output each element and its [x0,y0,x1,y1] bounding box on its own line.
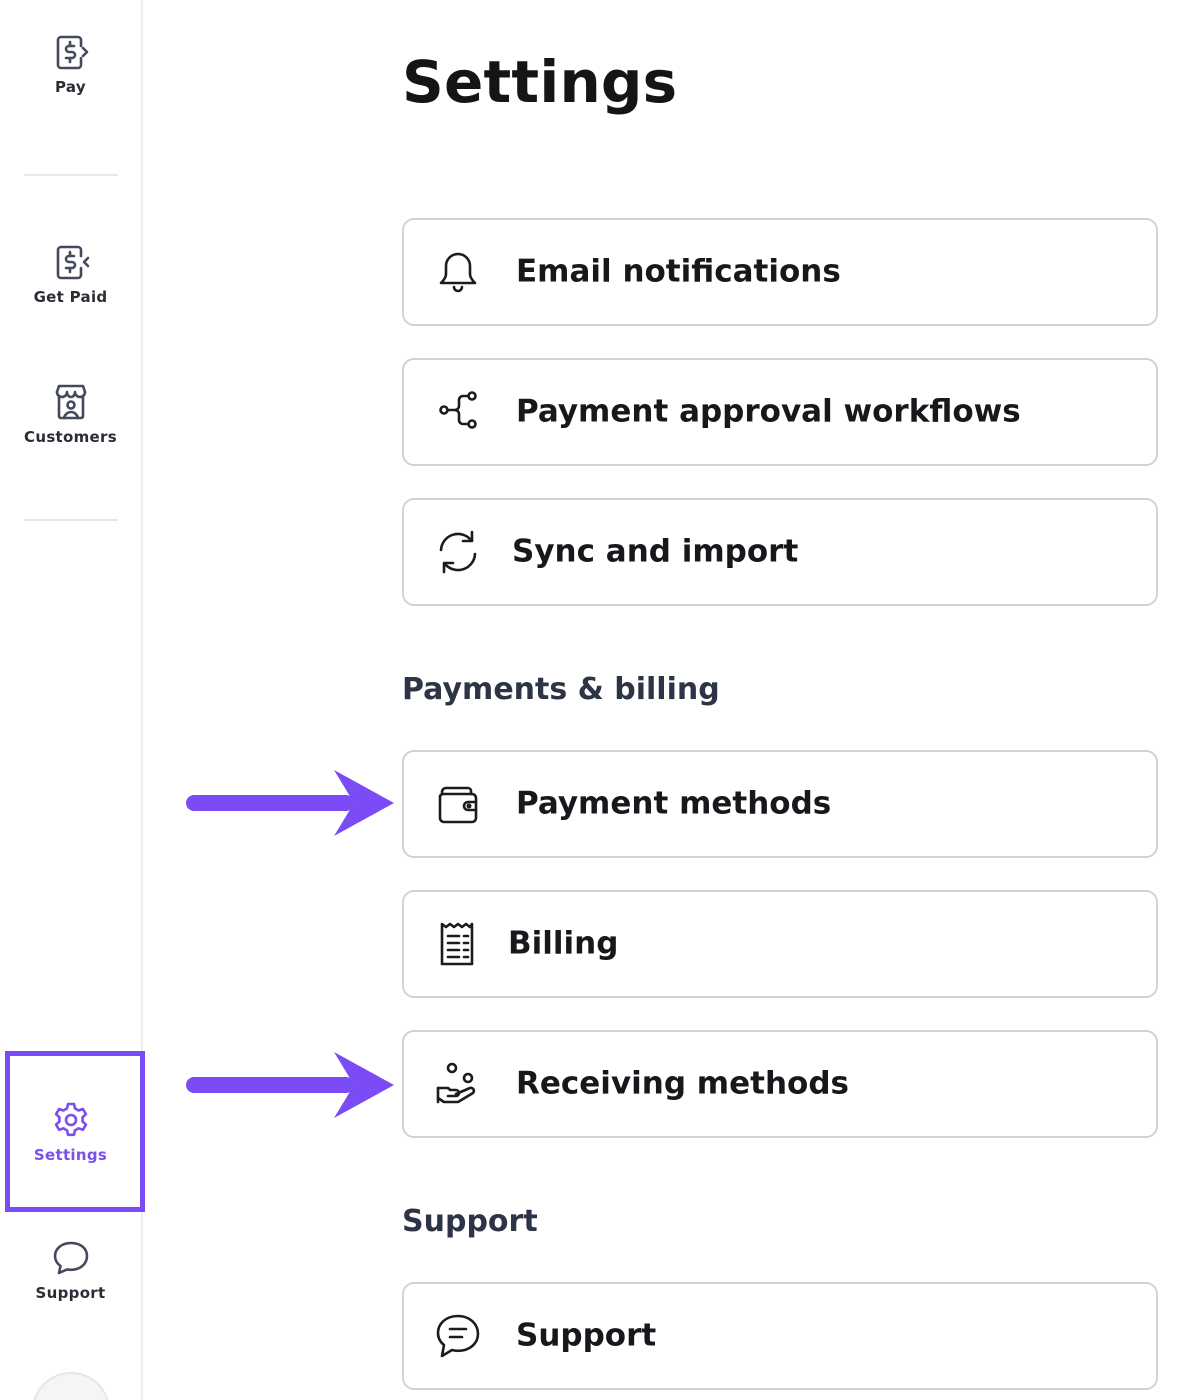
section-heading-support: Support [402,1204,538,1239]
sidebar-item-get-paid[interactable]: Get Paid [0,242,141,306]
sidebar-item-label: Get Paid [33,288,108,306]
page-title: Settings [402,48,678,116]
hand-receiving-icon [432,1058,484,1110]
sync-and-import-card[interactable]: Sync and import [402,498,1158,606]
sidebar-item-label: Settings [33,1146,108,1164]
gear-icon [51,1100,91,1140]
sidebar-item-pay[interactable]: Pay [0,32,141,96]
message-bubble-icon [432,1310,484,1362]
bell-icon [432,246,484,298]
invoice-dollar-out-icon [51,32,91,72]
payment-approval-workflows-card[interactable]: Payment approval workflows [402,358,1158,466]
invoice-dollar-in-icon [51,242,91,282]
wallet-icon [432,778,484,830]
workflow-branch-icon [432,386,484,438]
section-heading-payments-billing: Payments & billing [402,672,720,707]
sync-arrows-icon [432,526,484,578]
sidebar-item-label: Pay [55,78,86,96]
annotation-arrow-receiving-methods [186,1050,398,1120]
sidebar-item-settings[interactable]: Settings [0,1100,141,1164]
avatar[interactable] [32,1372,110,1400]
billing-card[interactable]: Billing [402,890,1158,998]
support-card[interactable]: Support [402,1282,1158,1390]
card-label: Payment methods [516,785,832,822]
card-label: Sync and import [512,533,799,570]
sidebar-divider [24,519,118,521]
chat-bubble-icon [51,1238,91,1278]
sidebar-divider [24,174,118,176]
annotation-arrow-payment-methods [186,768,398,838]
card-label: Support [516,1317,657,1354]
receipt-icon [432,918,484,970]
card-label: Billing [508,925,619,962]
sidebar-nav: Pay Get Paid Customers Settings Support [0,0,143,1400]
storefront-user-icon [51,382,91,422]
card-label: Receiving methods [516,1065,849,1102]
sidebar-item-label: Customers [24,428,117,446]
receiving-methods-card[interactable]: Receiving methods [402,1030,1158,1138]
payment-methods-card[interactable]: Payment methods [402,750,1158,858]
sidebar-item-support[interactable]: Support [0,1238,141,1302]
card-label: Payment approval workflows [516,393,1021,430]
sidebar-item-customers[interactable]: Customers [0,382,141,446]
email-notifications-card[interactable]: Email notifications [402,218,1158,326]
sidebar-item-label: Support [35,1284,106,1302]
card-label: Email notifications [516,253,841,290]
